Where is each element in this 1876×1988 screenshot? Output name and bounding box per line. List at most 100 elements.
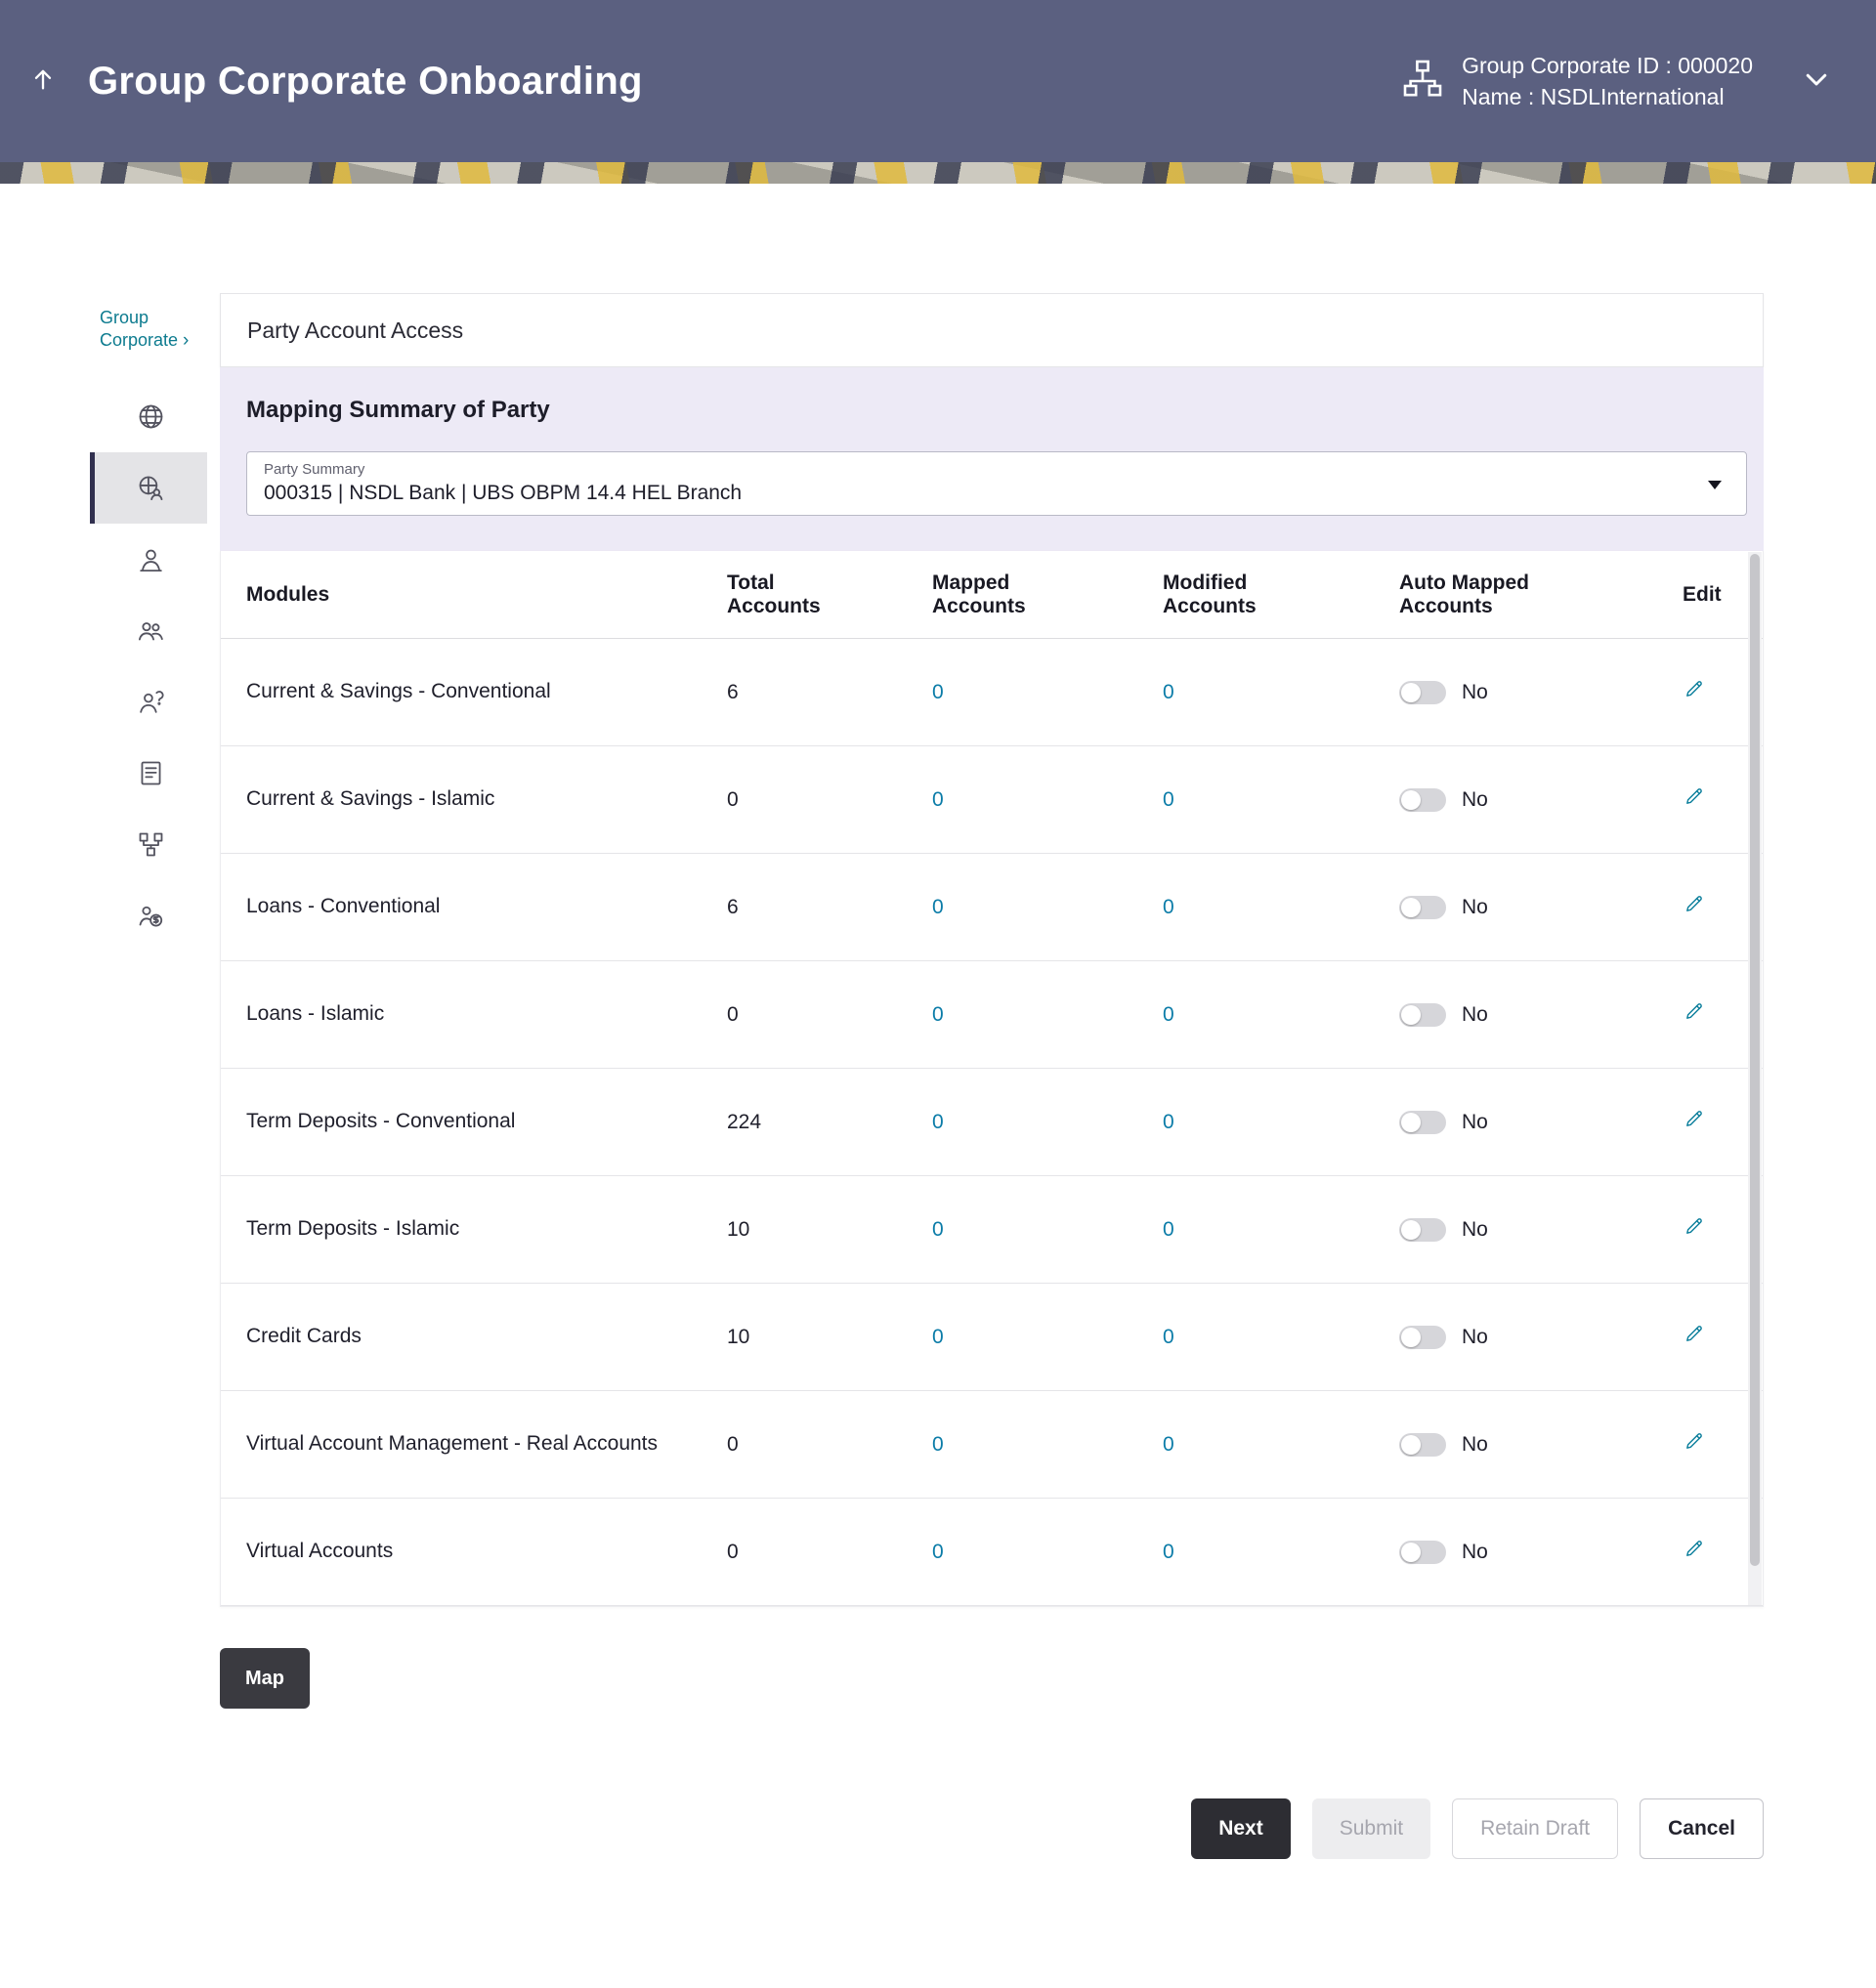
edit-row-button[interactable] [1683,1000,1705,1023]
sidebar-item-user-support-icon[interactable] [90,666,207,738]
modified-accounts-link[interactable]: 0 [1163,1003,1399,1027]
edit-row-button[interactable] [1683,1538,1705,1560]
modified-accounts-link[interactable]: 0 [1163,1326,1399,1349]
mapped-accounts-link[interactable]: 0 [932,1541,1163,1564]
column-header-edit: Edit [1683,583,1733,607]
next-button[interactable]: Next [1191,1798,1291,1859]
auto-mapped-label: No [1462,1003,1488,1027]
mapped-accounts-link[interactable]: 0 [932,788,1163,812]
mapped-accounts-link[interactable]: 0 [932,1218,1163,1242]
auto-mapped-toggle[interactable] [1399,1218,1446,1242]
up-arrow-icon[interactable] [29,65,57,98]
modified-accounts-link[interactable]: 0 [1163,681,1399,704]
workflow-icon [136,829,166,860]
table-row: Loans - Conventional600No [221,854,1763,961]
sidebar-item-globe-icon[interactable] [90,381,207,452]
module-name: Credit Cards [246,1322,727,1351]
total-accounts-value: 0 [727,788,932,812]
app-header: Group Corporate Onboarding Group Corpora… [0,0,1876,162]
pencil-icon [1683,1108,1705,1130]
report-icon [136,758,166,788]
total-accounts-value: 0 [727,1003,932,1027]
sidebar-item-report-icon[interactable] [90,738,207,809]
auto-mapped-toggle[interactable] [1399,788,1446,812]
pencil-icon [1683,1215,1705,1238]
edit-cell [1683,785,1733,814]
auto-mapped-label: No [1462,1433,1488,1457]
edit-cell [1683,678,1733,706]
total-accounts-value: 10 [727,1218,932,1242]
main-panel: Party Account Access Mapping Summary of … [220,293,1764,1859]
edit-row-button[interactable] [1683,1108,1705,1130]
module-name: Term Deposits - Conventional [246,1107,727,1136]
modified-accounts-link[interactable]: 0 [1163,788,1399,812]
sidebar-item-user-finance-icon[interactable] [90,880,207,952]
retain-draft-button[interactable]: Retain Draft [1452,1798,1618,1859]
edit-row-button[interactable] [1683,1430,1705,1453]
auto-mapped-label: No [1462,1218,1488,1242]
party-summary-value: 000315 | NSDL Bank | UBS OBPM 14.4 HEL B… [264,482,1687,505]
mapped-accounts-link[interactable]: 0 [932,1003,1163,1027]
sidebar-item-workflow-icon[interactable] [90,809,207,880]
column-header-modules: Modules [246,583,727,607]
chevron-down-icon[interactable] [1802,64,1831,99]
pencil-icon [1683,678,1705,700]
cancel-button[interactable]: Cancel [1640,1798,1764,1859]
party-summary-select[interactable]: Party Summary 000315 | NSDL Bank | UBS O… [246,451,1747,516]
auto-mapped-toggle[interactable] [1399,1003,1446,1027]
edit-row-button[interactable] [1683,678,1705,700]
dropdown-caret-icon [1708,481,1722,489]
mapped-accounts-link[interactable]: 0 [932,1111,1163,1134]
actions-bar: Next Submit Retain Draft Cancel [220,1798,1764,1859]
map-button[interactable]: Map [220,1648,310,1709]
edit-cell [1683,1538,1733,1566]
mapped-accounts-link[interactable]: 0 [932,681,1163,704]
auto-mapped-toggle[interactable] [1399,1541,1446,1564]
sidebar-item-party-account-access-icon[interactable] [90,452,207,524]
edit-cell [1683,1215,1733,1244]
edit-row-button[interactable] [1683,893,1705,915]
column-header-auto-mapped-accounts: Auto Mapped Accounts [1399,571,1563,618]
modified-accounts-link[interactable]: 0 [1163,1433,1399,1457]
auto-mapped-label: No [1462,1111,1488,1134]
edit-row-button[interactable] [1683,1323,1705,1345]
corporate-info: Group Corporate ID : 000020 Name : NSDLI… [1399,50,1831,112]
mapped-accounts-link[interactable]: 0 [932,896,1163,919]
edit-row-button[interactable] [1683,1215,1705,1238]
user-support-icon [136,687,166,717]
modified-accounts-link[interactable]: 0 [1163,1111,1399,1134]
auto-mapped-cell: No [1399,1326,1683,1349]
auto-mapped-toggle[interactable] [1399,896,1446,919]
user-profile-icon [136,544,166,574]
scrollbar-thumb[interactable] [1750,554,1760,1566]
sidebar-item-group-corporate[interactable]: Group Corporate› [90,293,192,354]
sidebar-item-user-profile-icon[interactable] [90,524,207,595]
mapped-accounts-link[interactable]: 0 [932,1326,1163,1349]
auto-mapped-cell: No [1399,681,1683,704]
pencil-icon [1683,1430,1705,1453]
modified-accounts-link[interactable]: 0 [1163,1541,1399,1564]
modified-accounts-link[interactable]: 0 [1163,896,1399,919]
edit-cell [1683,1000,1733,1029]
sidebar-item-user-group-icon[interactable] [90,595,207,666]
module-name: Virtual Accounts [246,1537,727,1566]
table-header-row: ModulesTotal AccountsMapped AccountsModi… [221,551,1763,639]
module-name: Loans - Islamic [246,999,727,1029]
auto-mapped-label: No [1462,896,1488,919]
auto-mapped-toggle[interactable] [1399,1433,1446,1457]
edit-row-button[interactable] [1683,785,1705,808]
pencil-icon [1683,785,1705,808]
auto-mapped-toggle[interactable] [1399,1111,1446,1134]
mapped-accounts-link[interactable]: 0 [932,1433,1163,1457]
decorative-banner [0,162,1876,184]
auto-mapped-toggle[interactable] [1399,681,1446,704]
modified-accounts-link[interactable]: 0 [1163,1218,1399,1242]
auto-mapped-cell: No [1399,896,1683,919]
page-title-card: Party Account Access [220,293,1764,367]
submit-button[interactable]: Submit [1312,1798,1430,1859]
table-row: Credit Cards1000No [221,1284,1763,1391]
auto-mapped-toggle[interactable] [1399,1326,1446,1349]
party-summary-label: Party Summary [264,461,1687,478]
sidebar-label-text: Group Corporate [100,308,178,350]
edit-cell [1683,893,1733,921]
